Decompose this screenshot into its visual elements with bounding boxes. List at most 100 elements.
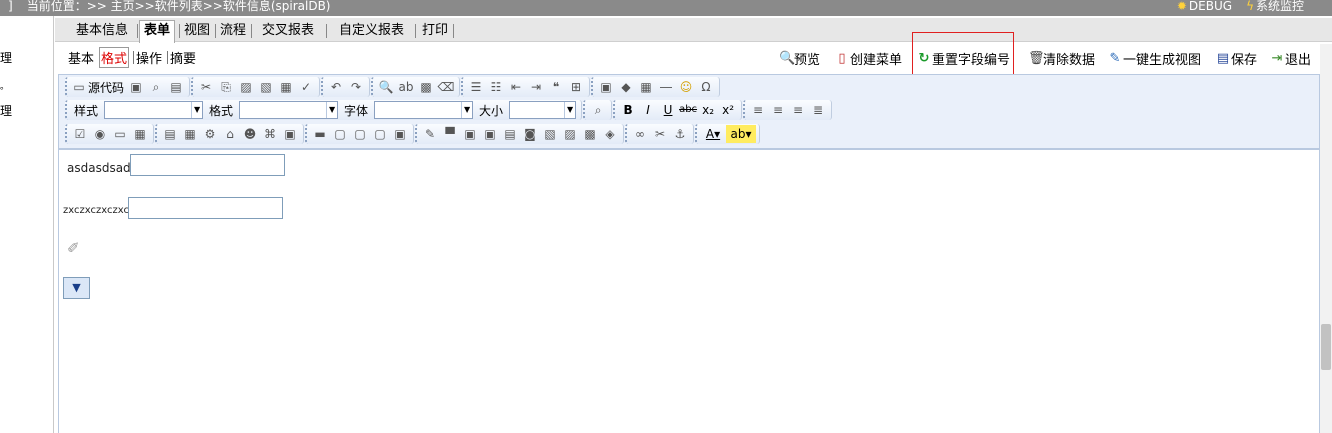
select-field-icon[interactable]: ▢ [370,125,390,143]
camera-icon[interactable]: ◙ [520,125,540,143]
tab-cross-report[interactable]: 交叉报表 [258,21,318,41]
italic-button[interactable]: I [638,101,658,119]
field2-input[interactable] [128,197,283,219]
align-justify-icon[interactable]: ≣ [808,101,828,119]
div-icon[interactable]: ⊞ [566,78,586,96]
unlink-icon[interactable]: ✂ [650,125,670,143]
house-icon[interactable]: ⌂ [220,125,240,143]
tab-custom-report[interactable]: 自定义报表 [335,21,408,41]
copy-field-icon[interactable]: ▣ [480,125,500,143]
pencil-icon[interactable]: ✎ [420,125,440,143]
paste-icon[interactable]: ▨ [236,78,256,96]
editor-area[interactable]: asdasdsad zxczxczxczxc ✐ ▼ [58,149,1320,433]
format-select[interactable]: ▼ [239,101,339,119]
paperclip-icon[interactable]: ✐ [67,239,80,257]
table-icon[interactable]: ▦ [636,78,656,96]
left-nav-item-1[interactable]: 理 [0,49,12,66]
anchor-icon[interactable]: ⚓ [670,125,690,143]
bold-button[interactable]: B [618,101,638,119]
templates-icon[interactable]: ▤ [166,78,186,96]
debug-link[interactable]: ✹ DEBUG [1177,0,1232,13]
label-icon[interactable]: ▢ [330,125,350,143]
smiley-icon[interactable]: ☺ [676,78,696,96]
image-field-icon[interactable]: ▣ [460,125,480,143]
find-icon[interactable]: 🔍 [376,78,396,96]
paste-template-icon[interactable]: ▣ [126,78,146,96]
copy-icon[interactable]: ⎘ [216,78,236,96]
field1-input[interactable] [130,154,285,176]
picture-field-icon[interactable]: ▨ [560,125,580,143]
textarea-icon[interactable]: ▢ [350,125,370,143]
cut-icon[interactable]: ✂ [196,78,216,96]
save-button[interactable]: ▤ 保存 [1216,49,1257,68]
form-icon[interactable]: ▤ [160,125,180,143]
tab-print[interactable]: 打印 [418,21,452,41]
exit-button[interactable]: ⇥ 退出 [1270,49,1311,68]
breadcrumb-text[interactable]: 当前位置：>> 主页>>软件列表>>软件信息(spiralDB) [27,0,331,13]
left-nav-item-2[interactable]: 。 [0,79,9,92]
bullet-list-icon[interactable]: ☷ [486,78,506,96]
tab-view[interactable]: 视图 [180,21,214,41]
show-blocks-icon[interactable]: ⌕ [588,101,608,119]
indent-icon[interactable]: ⇥ [526,78,546,96]
blockquote-icon[interactable]: ❝ [546,78,566,96]
flash-icon[interactable]: ◆ [616,78,636,96]
generate-view-button[interactable]: ✎ 一键生成视图 [1108,49,1201,68]
paste-text-icon[interactable]: ▧ [256,78,276,96]
replace-icon[interactable]: ab [396,78,416,96]
create-menu-button[interactable]: ▯ 创建菜单 [835,49,902,68]
monitor-link[interactable]: ϟ 系统监控 [1246,0,1304,13]
align-right-icon[interactable]: ≡ [788,101,808,119]
special-char-icon[interactable]: Ω [696,78,716,96]
grid-field-icon[interactable]: ▦ [130,125,150,143]
align-center-icon[interactable]: ≡ [768,101,788,119]
font-select[interactable]: ▼ [374,101,474,119]
subtab-operation[interactable]: 操作 [136,48,162,67]
tree-icon[interactable]: ⚙ [200,125,220,143]
align-left-icon[interactable]: ≡ [748,101,768,119]
users-icon[interactable]: ☻ [240,125,260,143]
tab-flow[interactable]: 流程 [216,21,250,41]
subtab-format[interactable]: 格式 [99,47,130,68]
outdent-icon[interactable]: ⇤ [506,78,526,96]
paste-word-icon[interactable]: ▦ [276,78,296,96]
org-icon[interactable]: ⌘ [260,125,280,143]
button-field-icon[interactable]: ▣ [390,125,410,143]
clear-data-button[interactable]: 🗑 清除数据 [1028,49,1095,68]
subtab-basic[interactable]: 基本 [68,48,94,67]
word-field-icon[interactable]: ▩ [580,125,600,143]
bg-color-icon[interactable]: ab▾ [726,125,756,143]
list-field-icon[interactable]: ▤ [500,125,520,143]
style-select[interactable]: ▼ [104,101,204,119]
tab-basic-info[interactable]: 基本信息 [72,21,132,41]
checkbox-icon[interactable]: ☑ [70,125,90,143]
source-button[interactable]: 源代码 [88,79,126,96]
spellcheck-icon[interactable]: ✓ [296,78,316,96]
underline-button[interactable]: U [658,101,678,119]
line-icon[interactable]: ▬ [310,125,330,143]
size-select[interactable]: ▼ [509,101,577,119]
radio-icon[interactable]: ◉ [90,125,110,143]
left-nav-item-3[interactable]: 理 [0,102,12,119]
scrollbar-thumb[interactable] [1321,324,1331,370]
document-field-icon[interactable]: ▧ [540,125,560,143]
strike-button[interactable]: abc [678,101,698,119]
ordered-list-icon[interactable]: ☰ [466,78,486,96]
superscript-button[interactable]: x² [718,101,738,119]
subform-icon[interactable]: ▣ [280,125,300,143]
horizontal-rule-icon[interactable]: ― [656,78,676,96]
tab-form[interactable]: 表单 [139,20,176,43]
select-all-icon[interactable]: ▩ [416,78,436,96]
redo-icon[interactable]: ↷ [346,78,366,96]
window-icon[interactable]: ▀ [440,125,460,143]
calendar-icon[interactable]: ▦ [180,125,200,143]
preview-doc-icon[interactable]: ⌕ [146,78,166,96]
text-color-icon[interactable]: A▾ [700,125,726,143]
textfield-icon[interactable]: ▭ [110,125,130,143]
page-scrollbar[interactable] [1320,44,1332,433]
eraser-icon[interactable]: ⌫ [436,78,456,96]
subtab-summary[interactable]: 摘要 [170,48,196,67]
subscript-button[interactable]: x₂ [698,101,718,119]
preview-button[interactable]: 🔍 预览 [779,49,820,68]
chart-field-icon[interactable]: ◈ [600,125,620,143]
